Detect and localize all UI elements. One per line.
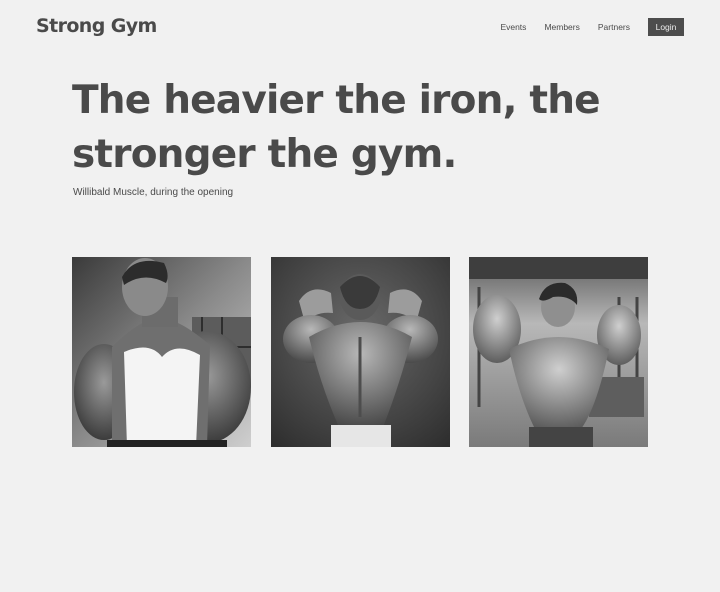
main-nav: Events Members Partners Login [500,18,684,36]
login-button[interactable]: Login [648,18,684,36]
photo-bodybuilder-back-double-biceps [271,257,450,447]
hero-title-line-2: stronger the gym. [72,132,457,177]
hero-title-line-1: The heavier the iron, the [72,78,601,123]
hero-title: The heavier the iron, the stronger the g… [72,74,672,182]
hero-caption: Willibald Muscle, during the opening [73,187,234,198]
photo-bodybuilder-front-tanktop [72,257,251,447]
photo-bodybuilder-front-double-biceps [469,257,648,447]
brand-logo[interactable]: Strong Gym [36,15,157,37]
nav-link-members[interactable]: Members [544,22,579,32]
gallery-photo-2 [271,257,450,447]
page: Strong Gym Events Members Partners Login… [0,0,720,592]
nav-link-partners[interactable]: Partners [598,22,630,32]
gallery-photo-1 [72,257,251,447]
nav-link-events[interactable]: Events [500,22,526,32]
gallery-photo-3 [469,257,648,447]
